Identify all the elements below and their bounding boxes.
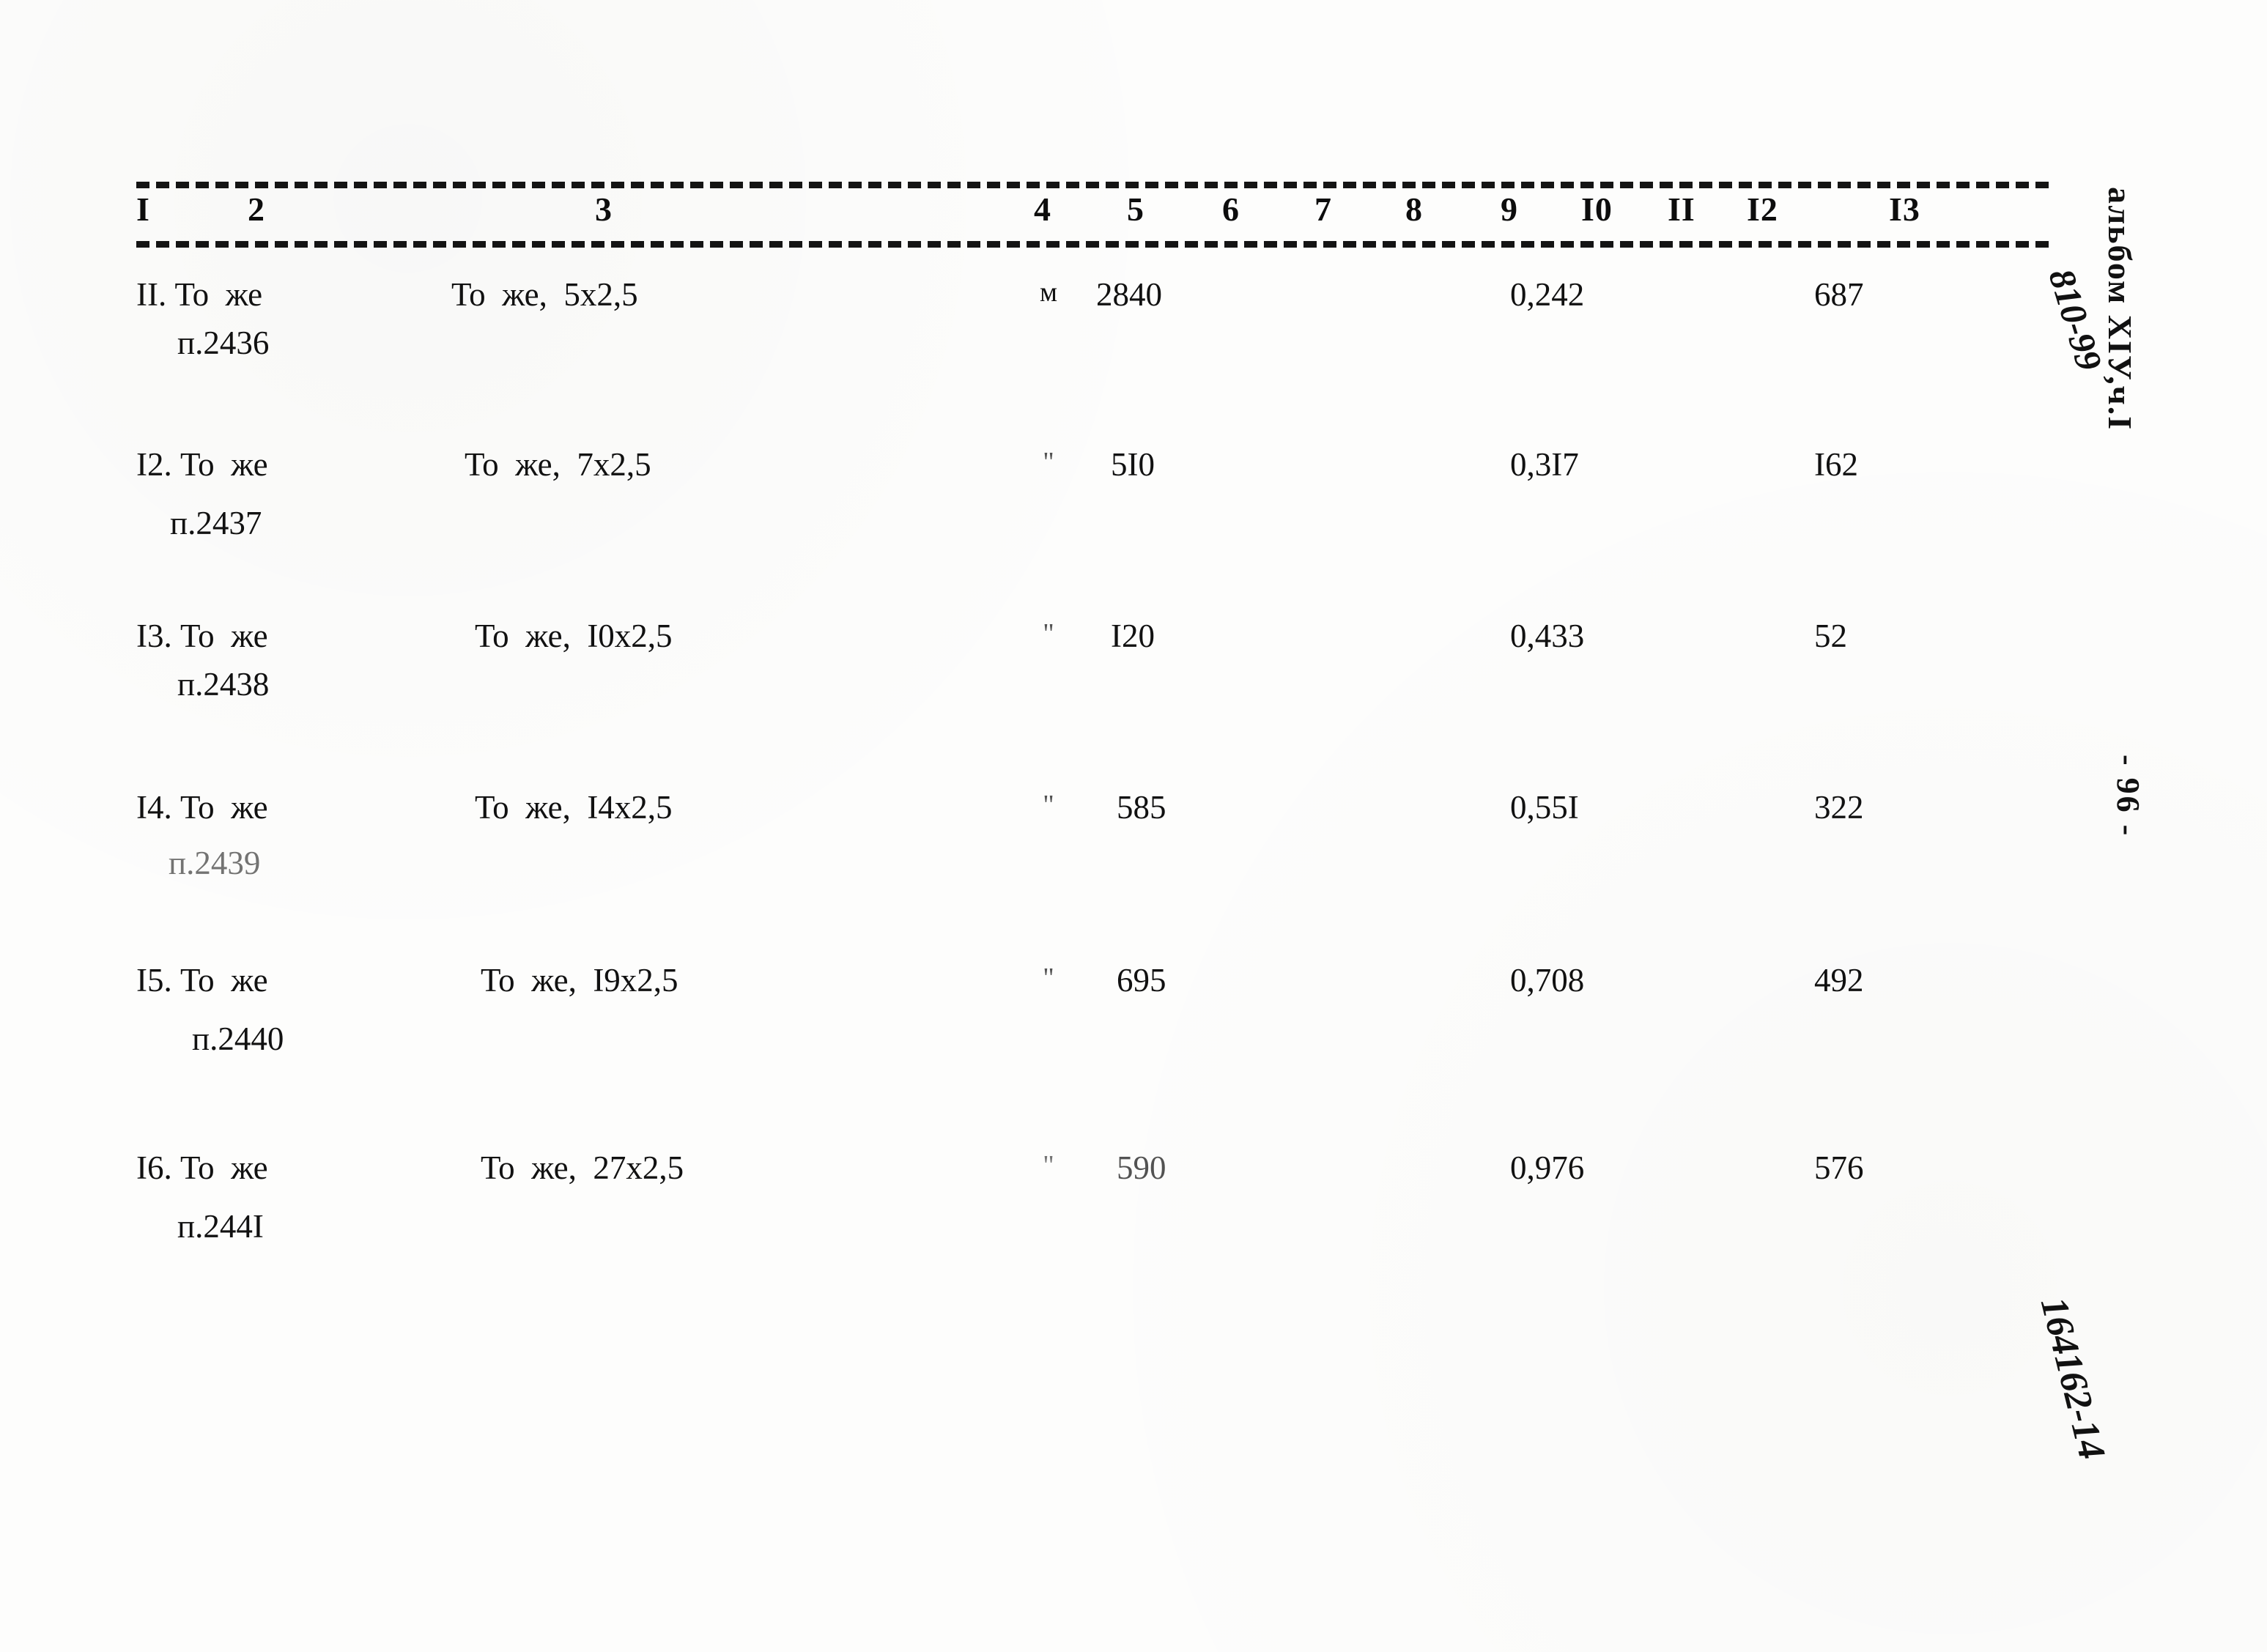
row-unit: " — [1043, 1150, 1054, 1181]
row-name: То же — [180, 618, 268, 654]
row-name: То же — [174, 276, 263, 313]
row-description: То же, 7х2,5 — [465, 446, 651, 483]
album-label: альбом XIУ,ч.I — [2101, 187, 2139, 431]
row-number-and-name: I3. То же п.2438 — [136, 618, 444, 703]
row-name-sub: п.2440 — [192, 1020, 284, 1057]
row-description: То же, 5х2,5 — [451, 276, 638, 313]
row-name-sub: п.2436 — [177, 324, 270, 361]
column-header-7: 7 — [1314, 190, 1332, 228]
row-number: I3. — [136, 618, 172, 654]
table-row: I5. То же п.2440 То же, I9х2,5 " 695 0,70… — [136, 962, 2049, 1111]
row-number: I5. — [136, 962, 172, 999]
row-quantity: 590 — [1117, 1149, 1166, 1186]
row-quantity: I20 — [1111, 618, 1155, 654]
row-name: То же — [180, 962, 268, 999]
row-unit: " — [1043, 790, 1054, 821]
row-total-weight: 322 — [1814, 789, 1864, 826]
column-header-4: 4 — [1034, 190, 1051, 228]
row-quantity: 585 — [1117, 789, 1166, 826]
row-quantity: 5I0 — [1111, 446, 1155, 483]
column-header-2: 2 — [248, 190, 265, 228]
row-name: То же — [180, 789, 268, 826]
row-unit-weight: 0,55I — [1510, 789, 1579, 826]
row-number-and-name: I5. То же п.2440 — [136, 962, 444, 1057]
row-description: То же, I9х2,5 — [481, 962, 678, 999]
table-row: II. То же п.2436 То же, 5х2,5 м 2840 0,24… — [136, 278, 2049, 425]
specification-table: I 2 3 4 5 6 7 8 9 I0 II I2 I3 II. То же п… — [136, 182, 2049, 1421]
table-row: I3. То же п.2438 То же, I0х2,5 " I20 0,43… — [136, 618, 2049, 766]
row-unit-weight: 0,976 — [1510, 1149, 1585, 1186]
row-unit-weight: 0,433 — [1510, 618, 1585, 654]
page-number: - 96 - — [2110, 755, 2146, 838]
row-total-weight: 687 — [1814, 276, 1864, 313]
row-total-weight: 492 — [1814, 962, 1864, 999]
row-number-and-name: I4. То же п.2439 — [136, 789, 444, 881]
row-number-and-name: II. То же п.2436 — [136, 278, 444, 360]
row-number-and-name: I6. То же п.244I — [136, 1149, 444, 1245]
row-number: II. — [136, 276, 167, 313]
table-row: I4. То же п.2439 То же, I4х2,5 " 585 0,55… — [136, 789, 2049, 938]
column-header-9: 9 — [1501, 190, 1518, 228]
document-page: I 2 3 4 5 6 7 8 9 I0 II I2 I3 II. То же п… — [0, 0, 2267, 1652]
column-header-10: I0 — [1581, 190, 1613, 228]
table-column-number-row: I 2 3 4 5 6 7 8 9 I0 II I2 I3 — [136, 188, 2049, 241]
column-header-11: II — [1668, 190, 1695, 228]
table-body: II. То же п.2436 То же, 5х2,5 м 2840 0,24… — [136, 278, 2049, 1421]
row-unit: " — [1043, 447, 1054, 478]
row-description: То же, I4х2,5 — [475, 789, 673, 826]
row-quantity: 695 — [1117, 962, 1166, 999]
row-unit-weight: 0,3I7 — [1510, 446, 1579, 483]
row-description: То же, 27х2,5 — [481, 1149, 684, 1186]
row-name-sub: п.2439 — [169, 844, 261, 881]
row-number: I6. — [136, 1149, 172, 1186]
row-unit: м — [1039, 277, 1058, 308]
row-name-sub: п.244I — [177, 1207, 264, 1245]
row-description: То же, I0х2,5 — [475, 618, 673, 654]
row-total-weight: 576 — [1814, 1149, 1864, 1186]
column-header-6: 6 — [1222, 190, 1240, 228]
row-name-sub: п.2438 — [177, 665, 270, 703]
column-header-3: 3 — [595, 190, 613, 228]
row-name: То же — [180, 446, 268, 483]
row-unit-weight: 0,708 — [1510, 962, 1585, 999]
column-header-12: I2 — [1747, 190, 1778, 228]
row-total-weight: 52 — [1814, 618, 1847, 654]
table-row: I2. То же п.2437 То же, 7х2,5 " 5I0 0,3I7… — [136, 448, 2049, 595]
row-name: То же — [180, 1149, 268, 1186]
row-name-sub: п.2437 — [170, 504, 262, 541]
column-header-1: I — [136, 190, 150, 228]
row-quantity: 2840 — [1096, 276, 1162, 313]
column-header-13: I3 — [1889, 190, 1920, 228]
table-row: I6. То же п.244I То же, 27х2,5 " 590 0,97… — [136, 1149, 2049, 1298]
row-unit: " — [1043, 963, 1054, 993]
column-header-8: 8 — [1405, 190, 1423, 228]
row-unit-weight: 0,242 — [1510, 276, 1585, 313]
row-total-weight: I62 — [1814, 446, 1858, 483]
table-top-rule — [136, 182, 2049, 188]
row-number: I2. — [136, 446, 172, 483]
row-number: I4. — [136, 789, 172, 826]
row-number-and-name: I2. То же п.2437 — [136, 448, 444, 541]
table-header-bottom-rule — [136, 241, 2049, 248]
row-unit: " — [1043, 618, 1054, 649]
column-header-5: 5 — [1127, 190, 1144, 228]
